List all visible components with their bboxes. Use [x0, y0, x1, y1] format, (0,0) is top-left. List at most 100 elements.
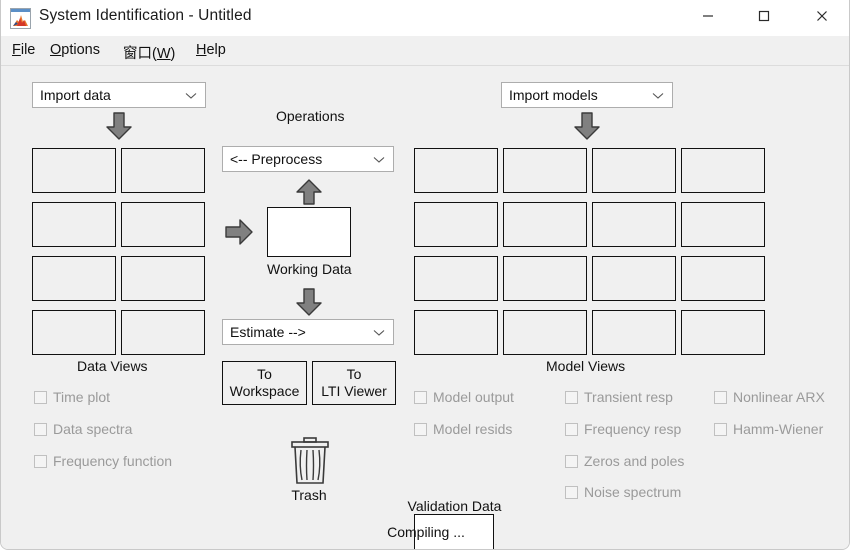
model-cell[interactable]	[592, 256, 676, 301]
matlab-membrane-icon	[10, 8, 31, 29]
data-cell[interactable]	[121, 202, 205, 247]
checkbox-box	[414, 391, 427, 404]
menu-item-file[interactable]: File	[9, 40, 38, 60]
checkbox-label: Nonlinear ARX	[733, 389, 825, 405]
title-bar: System Identification - Untitled	[1, 0, 850, 36]
window-title: System Identification - Untitled	[39, 7, 252, 25]
chevron-down-icon	[185, 92, 197, 100]
checkbox-box	[34, 455, 47, 468]
menu-item-window[interactable]: 窗口(W)	[120, 40, 178, 65]
maximize-icon	[758, 10, 770, 22]
status-text: Compiling ...	[1, 524, 850, 540]
minimize-button[interactable]	[685, 0, 731, 32]
checkbox-box	[714, 423, 727, 436]
import-models-dropdown[interactable]: Import models	[501, 82, 673, 108]
menu-file-rest: ile	[21, 42, 36, 58]
data-cell[interactable]	[32, 148, 116, 193]
checkbox-label: Transient resp	[584, 389, 673, 405]
model-cell[interactable]	[592, 148, 676, 193]
checkbox-time-plot[interactable]: Time plot	[34, 389, 110, 405]
data-cell[interactable]	[32, 202, 116, 247]
to-lti-viewer-line2: LTI Viewer	[321, 383, 387, 400]
checkbox-nonlinear-arx[interactable]: Nonlinear ARX	[714, 389, 825, 405]
checkbox-label: Noise spectrum	[584, 484, 681, 500]
to-workspace-button[interactable]: To Workspace	[222, 361, 307, 405]
chevron-down-icon	[373, 329, 385, 337]
main-content: Import data Data Views Time plot Data sp…	[1, 67, 850, 550]
checkbox-model-resids[interactable]: Model resids	[414, 421, 512, 437]
model-cell[interactable]	[503, 256, 587, 301]
data-cell[interactable]	[121, 148, 205, 193]
model-cell[interactable]	[414, 310, 498, 355]
menu-options-rest: ptions	[61, 42, 100, 58]
to-lti-viewer-button[interactable]: To LTI Viewer	[312, 361, 396, 405]
data-cell[interactable]	[32, 256, 116, 301]
checkbox-box	[565, 391, 578, 404]
arrow-up-icon	[296, 179, 322, 205]
menu-item-options[interactable]: Options	[47, 40, 103, 60]
checkbox-transient-resp[interactable]: Transient resp	[565, 389, 673, 405]
working-data-box[interactable]	[267, 207, 351, 257]
chevron-down-icon	[373, 156, 385, 164]
import-models-dropdown-label: Import models	[509, 87, 598, 103]
estimate-dropdown-label: Estimate -->	[230, 324, 306, 340]
model-cell[interactable]	[592, 310, 676, 355]
checkbox-label: Data spectra	[53, 421, 132, 437]
model-cell[interactable]	[503, 148, 587, 193]
checkbox-model-output[interactable]: Model output	[414, 389, 514, 405]
checkbox-box	[565, 486, 578, 499]
checkbox-frequency-function[interactable]: Frequency function	[34, 453, 172, 469]
model-cell[interactable]	[681, 256, 765, 301]
checkbox-zeros-and-poles[interactable]: Zeros and poles	[565, 453, 684, 469]
data-cell[interactable]	[32, 310, 116, 355]
menu-bar: File Options 窗口(W) Help	[1, 36, 850, 66]
checkbox-label: Time plot	[53, 389, 110, 405]
data-cell[interactable]	[121, 310, 205, 355]
menu-window-post: )	[171, 46, 176, 62]
close-button[interactable]	[799, 0, 845, 32]
estimate-dropdown[interactable]: Estimate -->	[222, 319, 394, 345]
menu-window-mnemonic: W	[157, 46, 171, 62]
menu-help-mnemonic: H	[196, 42, 206, 58]
model-cell[interactable]	[681, 202, 765, 247]
preprocess-dropdown[interactable]: <-- Preprocess	[222, 146, 394, 172]
checkbox-frequency-resp[interactable]: Frequency resp	[565, 421, 681, 437]
validation-data-label: Validation Data	[403, 498, 506, 514]
model-cell[interactable]	[681, 310, 765, 355]
model-cell[interactable]	[681, 148, 765, 193]
to-workspace-line1: To	[257, 366, 272, 383]
model-cell[interactable]	[503, 202, 587, 247]
arrow-down-icon-estimate	[296, 288, 322, 316]
minimize-icon	[702, 10, 714, 22]
to-workspace-line2: Workspace	[230, 383, 300, 400]
data-views-title: Data Views	[77, 358, 148, 374]
model-cell[interactable]	[414, 202, 498, 247]
preprocess-dropdown-label: <-- Preprocess	[230, 151, 322, 167]
checkbox-label: Zeros and poles	[584, 453, 684, 469]
maximize-button[interactable]	[741, 0, 787, 32]
checkbox-noise-spectrum[interactable]: Noise spectrum	[565, 484, 681, 500]
menu-window-pre: 窗口(	[123, 46, 157, 62]
arrow-down-icon-data	[106, 112, 132, 140]
working-data-label: Working Data	[267, 261, 351, 277]
checkbox-box	[414, 423, 427, 436]
model-cell[interactable]	[592, 202, 676, 247]
data-cell[interactable]	[121, 256, 205, 301]
checkbox-box	[34, 423, 47, 436]
menu-options-mnemonic: O	[50, 42, 61, 58]
checkbox-label: Frequency function	[53, 453, 172, 469]
trash-label: Trash	[280, 487, 338, 503]
checkbox-label: Model output	[433, 389, 514, 405]
operations-title: Operations	[276, 108, 344, 124]
import-data-dropdown[interactable]: Import data	[32, 82, 206, 108]
model-cell[interactable]	[414, 256, 498, 301]
checkbox-box	[714, 391, 727, 404]
menu-help-rest: elp	[206, 42, 225, 58]
model-cell[interactable]	[414, 148, 498, 193]
checkbox-data-spectra[interactable]: Data spectra	[34, 421, 132, 437]
trash-can-icon[interactable]	[286, 436, 334, 486]
checkbox-hamm-wiener[interactable]: Hamm-Wiener	[714, 421, 823, 437]
model-cell[interactable]	[503, 310, 587, 355]
checkbox-box	[565, 423, 578, 436]
menu-item-help[interactable]: Help	[193, 40, 229, 60]
